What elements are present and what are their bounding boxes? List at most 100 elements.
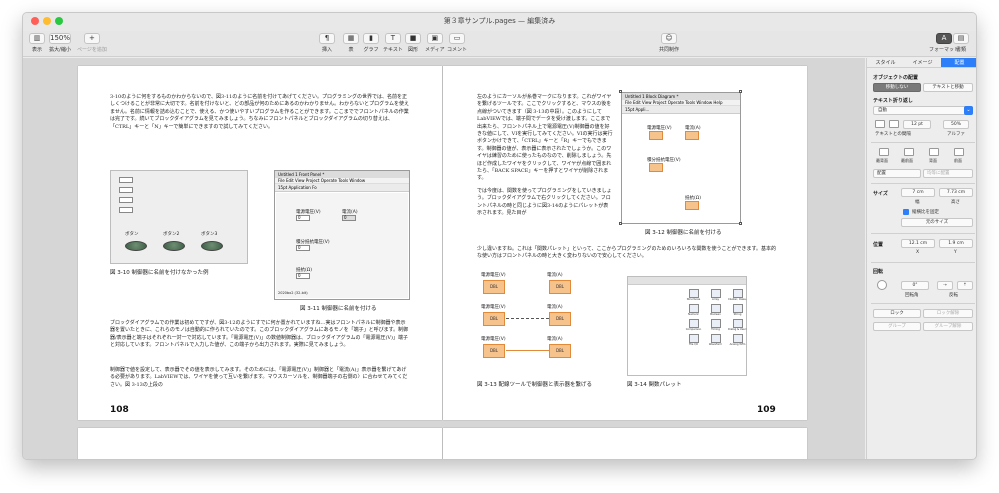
palette-item: Numeric (684, 304, 703, 316)
x-field[interactable]: 12.1 cm (901, 239, 935, 248)
palette-item-label: Cluster, Class, & Variant (728, 298, 747, 301)
terminal-label: 電源電圧(V) (481, 305, 506, 310)
page-number-left: 108 (110, 405, 129, 415)
unlock-button[interactable]: ロック解除 (923, 309, 973, 318)
figure-3-12-block-diagram[interactable]: Untitled 1 Block Diagram * File Edit Vie… (621, 92, 741, 224)
align-select[interactable]: 配置 (873, 169, 921, 178)
palette-item-icon (688, 289, 699, 298)
wrap-style-icon[interactable] (889, 120, 899, 128)
palette-item-icon (732, 289, 743, 298)
media-button[interactable]: ▣ メディア (425, 33, 445, 53)
page-next-left[interactable] (78, 428, 442, 459)
image-icon: ▣ (426, 33, 443, 44)
right-paragraph-1: 左のようにカーソルが糸巻マークになります。これがワイヤを繋げるツールです。ここで… (477, 94, 613, 182)
palette-item-label: File I/O (689, 343, 698, 346)
constrain-label: 縦横比を固定 (912, 210, 939, 215)
chart-icon: ▮ (363, 33, 379, 44)
tab-arrange[interactable]: 配置 (941, 58, 976, 67)
palette-item: Cluster, Class, & Variant (728, 289, 747, 301)
figure-3-10: ボタン ボタン2 ボタン3 (110, 170, 248, 264)
comment-icon: ▭ (449, 33, 465, 44)
insert-button[interactable]: ¶ 挿入 (319, 33, 335, 53)
tab-image[interactable]: イメージ (904, 58, 941, 67)
angle-field[interactable]: 0° (901, 281, 929, 290)
lv-font: 15pt Appli... (622, 106, 740, 114)
original-size-button[interactable]: 元のサイズ (901, 218, 973, 227)
chevron-down-icon[interactable]: ⌄ (964, 106, 973, 115)
zoom-select[interactable]: 150% (49, 33, 71, 44)
button-label: ボタン3 (201, 232, 218, 237)
group-button[interactable]: グループ (873, 322, 921, 331)
palette-item: Structures (684, 289, 703, 301)
lv-panel: 電源電圧(V) 0 電流(A) 0 積分抵抗電圧(V) 0 抵抗(Ω) 0 20… (276, 193, 408, 298)
width-label: 幅 (915, 200, 920, 205)
document-button[interactable]: ▤ 書類 (953, 33, 969, 53)
bring-to-front-icon[interactable] (904, 148, 914, 156)
lv-footer: 2020bx2 (32-bit) (278, 291, 308, 295)
size-title: サイズ (873, 191, 888, 197)
move-with-text-button[interactable]: テキストと移動 (923, 83, 973, 92)
shape-button[interactable]: ■ 図形 (405, 33, 421, 53)
arrange-label: 最前面 (901, 158, 913, 163)
palette-header (628, 277, 746, 285)
collaborate-button[interactable]: ☺ 共同制作 (659, 33, 679, 53)
send-backward-icon[interactable] (929, 148, 939, 156)
figure-3-11-front-panel: Untitled 1 Front Panel * File Edit View … (274, 170, 410, 300)
page-number-right: 109 (757, 405, 776, 415)
inspector-tabs: スタイル イメージ 配置 (867, 58, 976, 68)
constrain-checkbox[interactable] (903, 209, 909, 215)
y-field[interactable]: 1.9 cm (939, 239, 973, 248)
plus-icon: + (83, 33, 100, 44)
lock-button[interactable]: ロック (873, 309, 921, 318)
bring-forward-icon[interactable] (954, 148, 964, 156)
numeric-indicator: 0 (342, 215, 356, 221)
tab-style[interactable]: スタイル (867, 58, 904, 67)
flip-horizontal-icon[interactable]: ⇢ (937, 281, 953, 290)
arrange-label: 最背面 (876, 158, 888, 163)
height-field[interactable]: 7.73 cm (939, 188, 973, 197)
selection-handle[interactable] (739, 222, 742, 225)
view-button[interactable]: ▥ 表示 (29, 33, 45, 53)
wrap-style-icon[interactable] (875, 120, 885, 128)
palette-grid: Structures Array Cluster, Class, & Variant… (684, 289, 747, 346)
angle-label: 回転角 (905, 293, 919, 298)
send-to-back-icon[interactable] (879, 148, 889, 156)
flip-vertical-icon[interactable]: ⇡ (957, 281, 973, 290)
window-title: 第３章サンプル.pages — 編集済み (443, 17, 556, 25)
selection-handle[interactable] (619, 90, 622, 93)
page-next-right[interactable] (443, 428, 807, 459)
palette-item-icon (688, 319, 699, 328)
y-label: Y (954, 250, 957, 255)
palette-item: Timing (706, 319, 725, 331)
selection-handle[interactable] (619, 222, 622, 225)
alpha-field[interactable]: 50% (943, 120, 969, 129)
width-field[interactable]: 7 cm (901, 188, 935, 197)
selection-handle[interactable] (739, 90, 742, 93)
sidebar-icon: ▥ (29, 33, 45, 44)
rotation-wheel-icon[interactable] (877, 280, 887, 290)
wire (506, 350, 549, 351)
ungroup-button[interactable]: グループ解除 (923, 322, 973, 331)
figure-3-10-caption: 図 3-10 制御器に名前を付けなかった例 (110, 270, 209, 276)
page-right[interactable]: 左のようにカーソルが糸巻マークになります。これがワイヤを繋げるツールです。ここで… (443, 66, 807, 420)
button-label: ボタン (125, 232, 139, 237)
zoom-button[interactable]: 150% 拡大/縮小 (49, 33, 71, 53)
document-canvas[interactable]: 3-10のように何をするものかわからないので、図3-11のように名前を付けてあげ… (23, 58, 865, 459)
collaborate-icon: ☺ (661, 33, 677, 44)
chart-button[interactable]: ▮ グラフ (363, 33, 379, 53)
insert-label: 挿入 (321, 47, 332, 53)
add-page-button[interactable]: + ページを追加 (77, 33, 107, 53)
distribute-select[interactable]: 均等に配置 (923, 169, 973, 178)
palette-item-icon (732, 334, 743, 343)
stay-on-page-button[interactable]: 移動しない (873, 83, 921, 92)
page-left[interactable]: 3-10のように何をするものかわからないので、図3-11のように名前を付けてあげ… (78, 66, 442, 420)
boolean-button (201, 241, 223, 251)
table-button[interactable]: ▦ 表 (343, 33, 359, 53)
text-button[interactable]: T テキスト (383, 33, 403, 53)
text-wrap-select[interactable]: 自動 (873, 106, 973, 115)
terminal: DBL (549, 312, 571, 326)
comment-button[interactable]: ▭ コメント (447, 33, 467, 53)
spacing-field[interactable]: 12 pt (903, 120, 931, 129)
figure-3-11-caption: 図 3-11 制御器に名前を付ける (300, 306, 377, 312)
lv-title: Untitled 1 Front Panel * (275, 171, 409, 178)
